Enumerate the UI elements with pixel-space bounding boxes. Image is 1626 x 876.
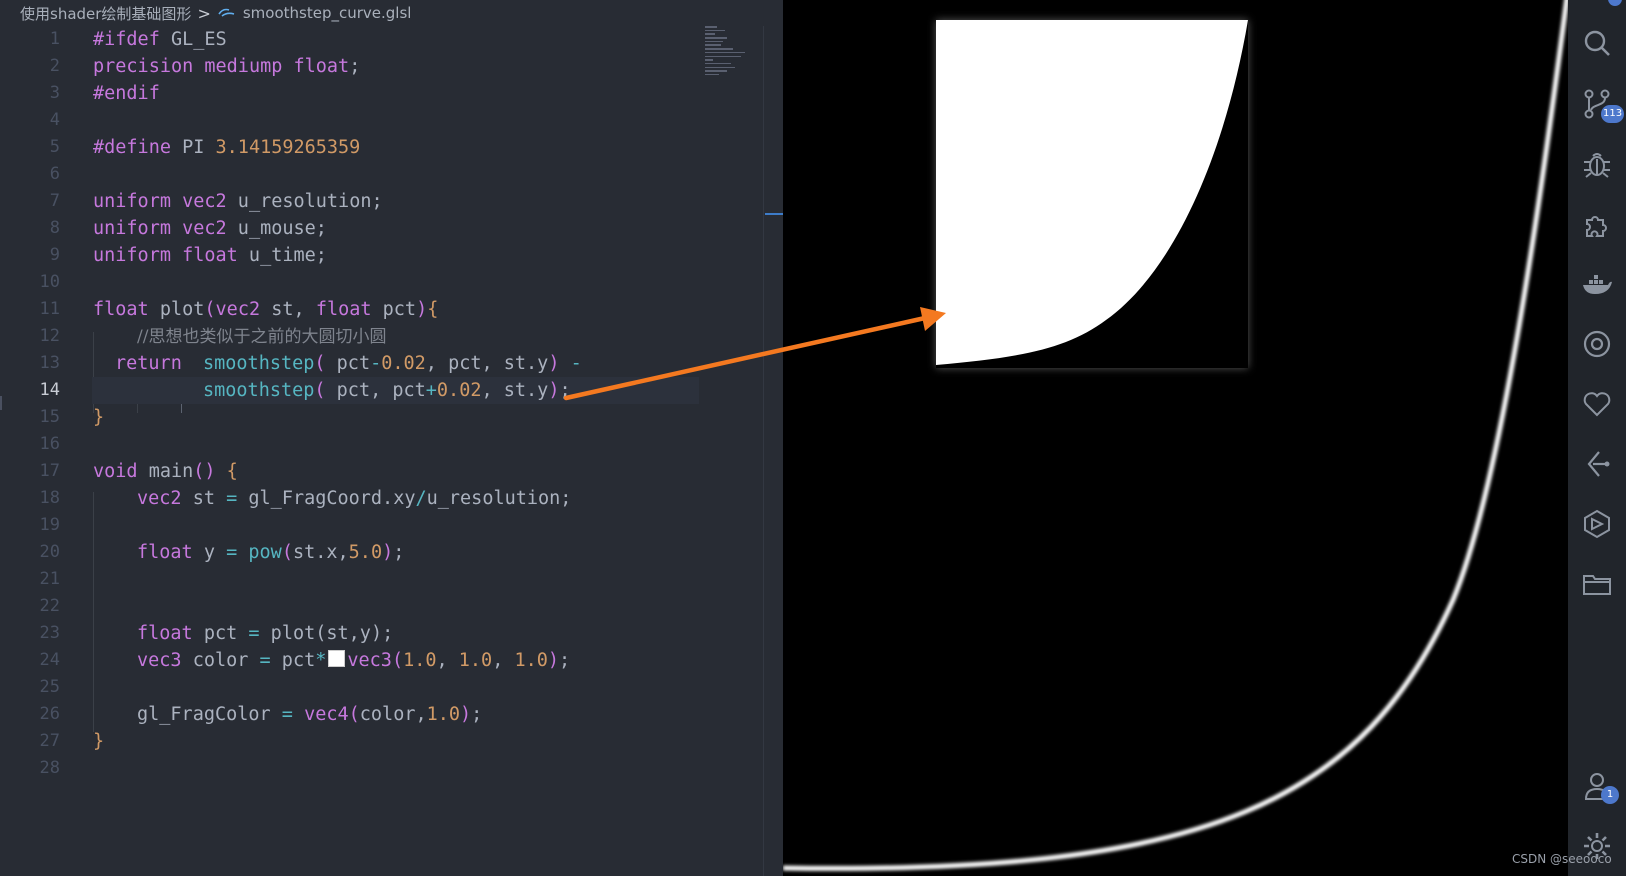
code-line[interactable]: 2 precision mediump float; (0, 53, 783, 80)
folder-icon[interactable] (1581, 568, 1613, 600)
account-badge: 1 (1601, 786, 1619, 804)
code-line[interactable]: 10 (0, 269, 783, 296)
code-line[interactable]: 1 #ifdef GL_ES (0, 26, 783, 53)
code-line[interactable]: 20 float y = pow(st.x,5.0); (0, 539, 783, 566)
code-line[interactable]: 22 (0, 593, 783, 620)
code-line[interactable]: 3 #endif (0, 80, 783, 107)
breadcrumb-file[interactable]: smoothstep_curve.glsl (243, 4, 412, 22)
code-line[interactable]: 9 uniform float u_time; (0, 242, 783, 269)
code-line[interactable]: 7 uniform vec2 u_resolution; (0, 188, 783, 215)
extensions-icon[interactable] (1581, 208, 1613, 240)
search-icon[interactable] (1581, 28, 1613, 60)
code-line[interactable]: 25 (0, 674, 783, 701)
gitlens-icon[interactable] (1581, 448, 1613, 480)
code-line[interactable]: 23 float pct = plot(st,y); (0, 620, 783, 647)
docker-icon[interactable] (1581, 268, 1613, 300)
code-line[interactable]: 16 (0, 431, 783, 458)
breadcrumb: 使用shader绘制基础图形 > smoothstep_curve.glsl (0, 0, 783, 26)
code-line[interactable]: 6 (0, 161, 783, 188)
zoomed-white-area (936, 20, 1248, 365)
scrollbar-cursor-marker (765, 213, 783, 215)
code-line[interactable]: 15} (0, 404, 783, 431)
code-line[interactable]: 28 (0, 755, 783, 782)
zoomed-curve-detail (936, 20, 1248, 368)
vertical-scrollbar[interactable] (763, 26, 783, 876)
minimap[interactable] (705, 26, 763, 86)
heart-icon[interactable] (1581, 388, 1613, 420)
code-line[interactable]: 5 #define PI 3.14159265359 (0, 134, 783, 161)
code-line[interactable]: 24 vec3 color = pct* vec3(1.0, 1.0, 1.0); (0, 647, 783, 674)
notification-dot (1608, 0, 1622, 6)
code-line[interactable]: 13 return smoothstep( pct-0.02, pct, st.y)… (0, 350, 783, 377)
code-line[interactable]: 21 (0, 566, 783, 593)
code-line[interactable]: 8 uniform vec2 u_mouse; (0, 215, 783, 242)
code-line-active[interactable]: 14 smoothstep( pct, pct+0.02, st.y); (0, 377, 783, 404)
code-line[interactable]: 18 vec2 st = gl_FragCoord.xy/u_resolution… (0, 485, 783, 512)
watermark: CSDN @seeooco (1512, 852, 1612, 866)
color-swatch[interactable] (328, 650, 346, 667)
code-line[interactable]: 12//思想也类似于之前的大圆切小圆 (0, 323, 783, 350)
code-line[interactable]: 4 (0, 107, 783, 134)
source-control-badge: 113 (1601, 105, 1625, 123)
chevron-right-icon: > (197, 3, 211, 23)
glsl-file-icon (218, 8, 235, 17)
debug-icon[interactable] (1581, 148, 1613, 180)
cube-icon[interactable] (1581, 508, 1613, 540)
code-editor[interactable]: 使用shader绘制基础图形 > smoothstep_curve.glsl 1… (0, 0, 783, 876)
code-line[interactable]: 11 float plot(vec2 st, float pct){ (0, 296, 783, 323)
activity-bar: 113 1 (1568, 0, 1626, 876)
code-line[interactable]: 27} (0, 728, 783, 755)
code-line[interactable]: 19 (0, 512, 783, 539)
breadcrumb-folder[interactable]: 使用shader绘制基础图形 (20, 3, 191, 24)
code-line[interactable]: 26 gl_FragColor = vec4(color,1.0); (0, 701, 783, 728)
code-line[interactable]: 17 void main() { (0, 458, 783, 485)
target-icon[interactable] (1581, 328, 1613, 360)
